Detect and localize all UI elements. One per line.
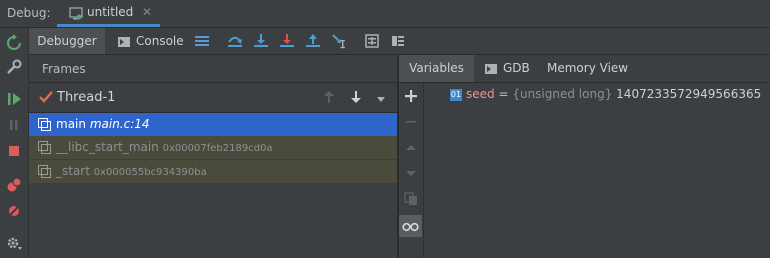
remove-watch-icon[interactable] (403, 114, 419, 130)
variables-header: Variables GDB Memory View (399, 55, 770, 83)
rerun-icon[interactable] (5, 34, 23, 52)
frame-func: __libc_start_main (56, 140, 159, 154)
variable-type-icon: 01 (450, 88, 462, 101)
frame-icon (38, 118, 52, 135)
tab-gdb[interactable]: GDB (485, 55, 530, 82)
settings-gear-icon[interactable] (5, 234, 23, 252)
frame-location: 0x000055bc934390ba (93, 167, 207, 178)
frame-text: main main.c:14 (56, 117, 150, 131)
frame-location: main.c:14 (89, 117, 150, 131)
debug-side-toolbar (0, 28, 29, 258)
stop-icon[interactable] (5, 142, 23, 160)
tab-memory-view[interactable]: Memory View (547, 55, 628, 82)
frame-row[interactable]: _start 0x000055bc934390ba (29, 160, 397, 183)
run-to-cursor-icon[interactable] (331, 33, 347, 49)
glasses-icon (402, 218, 419, 237)
frame-row[interactable]: main main.c:14 (29, 113, 397, 136)
wrench-icon[interactable] (5, 58, 23, 76)
debug-label: Debug: (7, 6, 51, 20)
mute-breakpoints-icon[interactable] (5, 202, 23, 220)
menu-lines-icon[interactable] (194, 33, 210, 49)
frame-location: 0x00007feb2189cd0a (162, 143, 273, 154)
view-breakpoints-icon[interactable] (5, 176, 23, 194)
show-watches-button[interactable] (399, 215, 422, 237)
debug-tool-window-header: Debug: untitled ✕ (0, 0, 770, 28)
frame-func: main (56, 117, 86, 131)
add-watch-icon[interactable] (403, 88, 419, 104)
frame-text: _start 0x000055bc934390ba (56, 164, 207, 178)
tab-label: untitled (87, 5, 134, 19)
variable-value: 14072335729495663​65 (616, 87, 762, 101)
step-into-icon[interactable] (253, 33, 269, 49)
force-step-into-icon[interactable] (279, 33, 295, 49)
frame-text: __libc_start_main 0x00007feb2189cd0a (56, 140, 273, 154)
variable-equals: = (494, 87, 513, 101)
frames-empty-area (29, 183, 397, 258)
resume-icon[interactable] (5, 90, 23, 108)
restore-layout-icon[interactable] (390, 33, 406, 49)
variables-toolbar (399, 83, 424, 258)
evaluate-expression-icon[interactable] (364, 33, 380, 49)
frame-icon (38, 141, 52, 158)
frame-icon (38, 165, 52, 182)
frames-header: Frames (29, 55, 397, 83)
chevron-down-icon[interactable] (376, 93, 386, 107)
console-icon (485, 63, 497, 75)
variable-type: {unsigned long} (512, 87, 613, 101)
arrow-down-icon[interactable] (350, 90, 362, 107)
close-icon[interactable]: ✕ (142, 5, 152, 19)
frames-title: Frames (42, 62, 86, 76)
thread-selector[interactable]: Thread-1 (29, 83, 397, 113)
tab-untitled[interactable]: untitled ✕ (57, 0, 160, 27)
tab-variables[interactable]: Variables (399, 55, 474, 82)
step-over-icon[interactable] (227, 33, 243, 49)
move-down-icon[interactable] (403, 165, 419, 181)
frame-row[interactable]: __libc_start_main 0x00007feb2189cd0a (29, 136, 397, 159)
tab-console[interactable]: Console (118, 28, 184, 54)
step-out-icon[interactable] (305, 33, 321, 49)
move-up-icon[interactable] (403, 140, 419, 156)
tab-debugger[interactable]: Debugger (29, 28, 105, 54)
variable-row[interactable]: 01 seed = {unsigned long} 140723357294956… (450, 87, 761, 101)
pause-icon[interactable] (5, 116, 23, 134)
frame-func: _start (56, 164, 90, 178)
console-icon (118, 36, 130, 48)
run-config-icon (69, 6, 83, 23)
console-label: Console (136, 34, 184, 48)
copy-icon[interactable] (403, 191, 419, 207)
gdb-label: GDB (503, 61, 530, 75)
debug-toolbar: Debugger Console (29, 28, 770, 55)
variable-name: seed (466, 87, 495, 101)
variables-tree (424, 83, 770, 258)
checkmark-icon (38, 89, 54, 108)
thread-label: Thread-1 (57, 90, 116, 105)
arrow-up-icon[interactable] (323, 90, 335, 107)
